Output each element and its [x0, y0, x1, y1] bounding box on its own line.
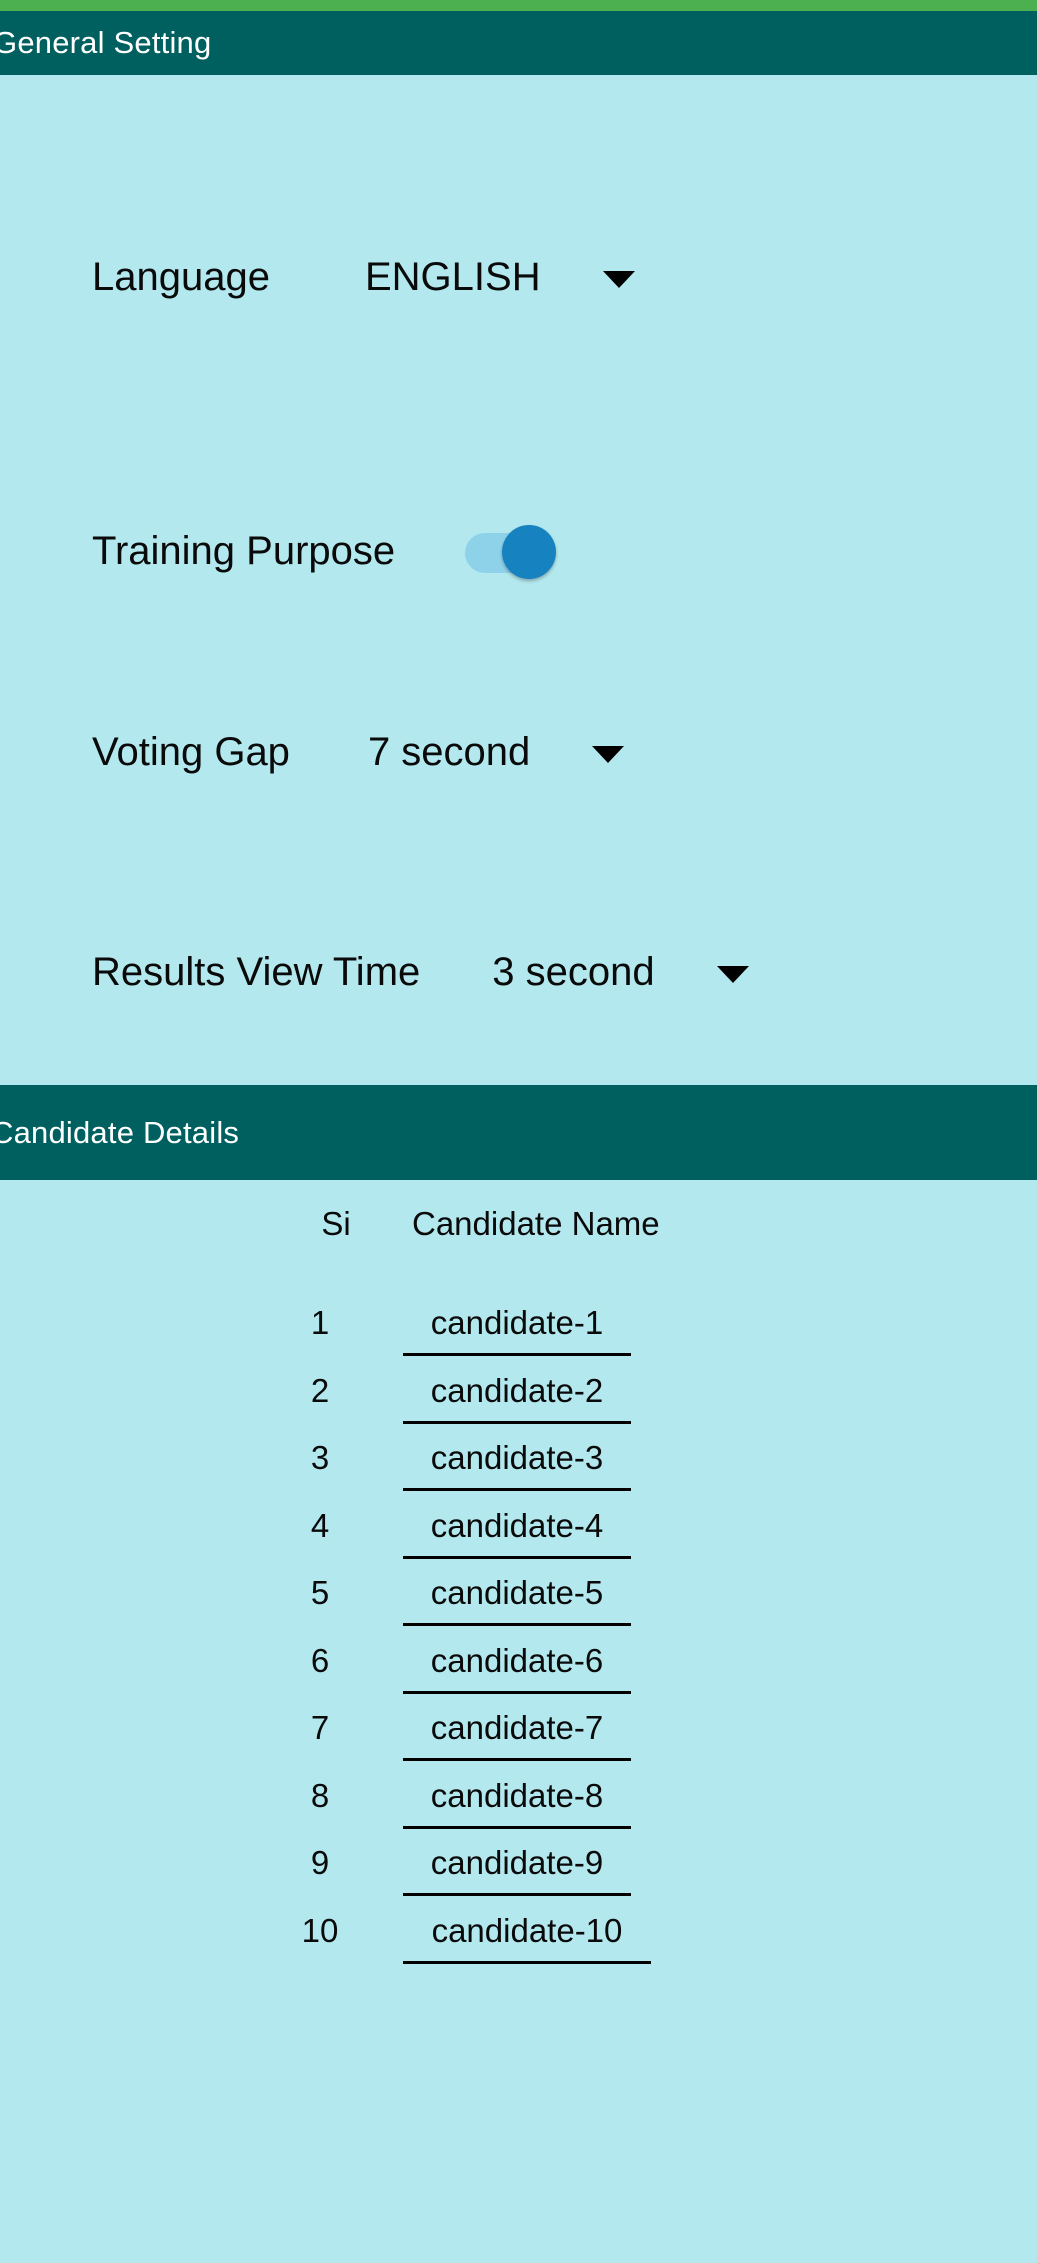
language-value[interactable]: ENGLISH — [365, 255, 541, 300]
column-header-candidate-name: Candidate Name — [412, 1205, 660, 1242]
setting-row-training-purpose[interactable]: Training Purpose — [92, 525, 557, 579]
candidate-row: 1 candidate-1 — [0, 1300, 1037, 1366]
candidate-row: 2 candidate-2 — [0, 1368, 1037, 1434]
candidate-row: 9 candidate-9 — [0, 1840, 1037, 1906]
candidate-serial: 7 — [310, 1709, 330, 1746]
candidate-name-input[interactable]: candidate-10 — [403, 1908, 651, 1964]
results-view-time-value[interactable]: 3 second — [492, 950, 654, 995]
toggle-thumb — [502, 525, 557, 579]
candidate-name-input[interactable]: candidate-6 — [403, 1638, 631, 1694]
candidate-details-header: Candidate Details — [0, 1085, 1037, 1180]
candidate-table-header: Si Candidate Name — [0, 1205, 1037, 1255]
candidate-serial: 1 — [310, 1304, 330, 1341]
candidate-details-title: Candidate Details — [0, 1114, 240, 1150]
candidate-serial: 6 — [310, 1641, 330, 1679]
setting-row-voting-gap[interactable]: Voting Gap 7 second — [92, 730, 625, 775]
candidate-row: 5 candidate-5 — [0, 1570, 1037, 1636]
candidate-serial: 5 — [310, 1574, 330, 1611]
voting-gap-label: Voting Gap — [92, 730, 290, 774]
column-header-si: Si — [321, 1205, 351, 1242]
candidate-serial: 2 — [310, 1371, 330, 1409]
candidate-serial: 9 — [310, 1844, 330, 1881]
candidate-row: 6 candidate-6 — [0, 1638, 1037, 1704]
candidate-serial: 4 — [310, 1506, 330, 1544]
voting-gap-value[interactable]: 7 second — [368, 730, 530, 775]
training-purpose-toggle[interactable] — [465, 525, 557, 579]
chevron-down-icon[interactable] — [716, 965, 749, 983]
candidate-name-input[interactable]: candidate-2 — [403, 1368, 631, 1424]
candidate-row: 8 candidate-8 — [0, 1773, 1037, 1839]
status-accent-strip — [0, 0, 1037, 11]
candidate-row: 10 candidate-10 — [0, 1908, 1037, 1974]
general-setting-header: General Setting — [0, 11, 1037, 75]
candidate-row: 4 candidate-4 — [0, 1503, 1037, 1569]
candidate-name-value: candidate-1 — [430, 1304, 604, 1341]
candidate-name-value: candidate-5 — [430, 1574, 604, 1611]
chevron-down-icon[interactable] — [602, 270, 635, 288]
candidate-name-input[interactable]: candidate-4 — [403, 1503, 631, 1559]
setting-row-results-view-time[interactable]: Results View Time 3 second — [92, 950, 749, 995]
candidate-name-value: candidate-6 — [430, 1641, 604, 1679]
chevron-down-icon[interactable] — [592, 745, 625, 763]
candidate-serial: 10 — [301, 1911, 339, 1949]
language-label: Language — [92, 255, 270, 299]
candidate-name-input[interactable]: candidate-9 — [403, 1840, 631, 1896]
candidate-details-body: Si Candidate Name 1 candidate-1 2 candidate… — [0, 1180, 1037, 2263]
candidate-row: 3 candidate-3 — [0, 1435, 1037, 1501]
general-setting-body: Language ENGLISH Training Purpose Voting… — [0, 75, 1037, 1085]
candidate-name-input[interactable]: candidate-1 — [403, 1300, 631, 1356]
candidate-name-input[interactable]: candidate-3 — [403, 1435, 631, 1491]
candidate-serial: 3 — [310, 1439, 330, 1476]
results-view-time-label: Results View Time — [92, 950, 421, 994]
candidate-name-input[interactable]: candidate-8 — [403, 1773, 631, 1829]
candidate-name-value: candidate-10 — [431, 1911, 623, 1949]
candidate-name-input[interactable]: candidate-5 — [403, 1570, 631, 1626]
setting-row-language[interactable]: Language ENGLISH — [92, 255, 635, 300]
candidate-name-input[interactable]: candidate-7 — [403, 1705, 631, 1761]
candidate-serial: 8 — [310, 1776, 330, 1814]
candidate-name-value: candidate-9 — [430, 1844, 604, 1881]
candidate-row: 7 candidate-7 — [0, 1705, 1037, 1771]
candidate-name-value: candidate-3 — [430, 1439, 604, 1476]
candidate-name-value: candidate-4 — [430, 1506, 604, 1544]
candidate-name-value: candidate-2 — [430, 1371, 604, 1409]
general-setting-title: General Setting — [0, 25, 212, 60]
training-purpose-label: Training Purpose — [92, 528, 396, 573]
candidate-name-value: candidate-8 — [430, 1776, 604, 1814]
candidate-name-value: candidate-7 — [430, 1709, 604, 1746]
